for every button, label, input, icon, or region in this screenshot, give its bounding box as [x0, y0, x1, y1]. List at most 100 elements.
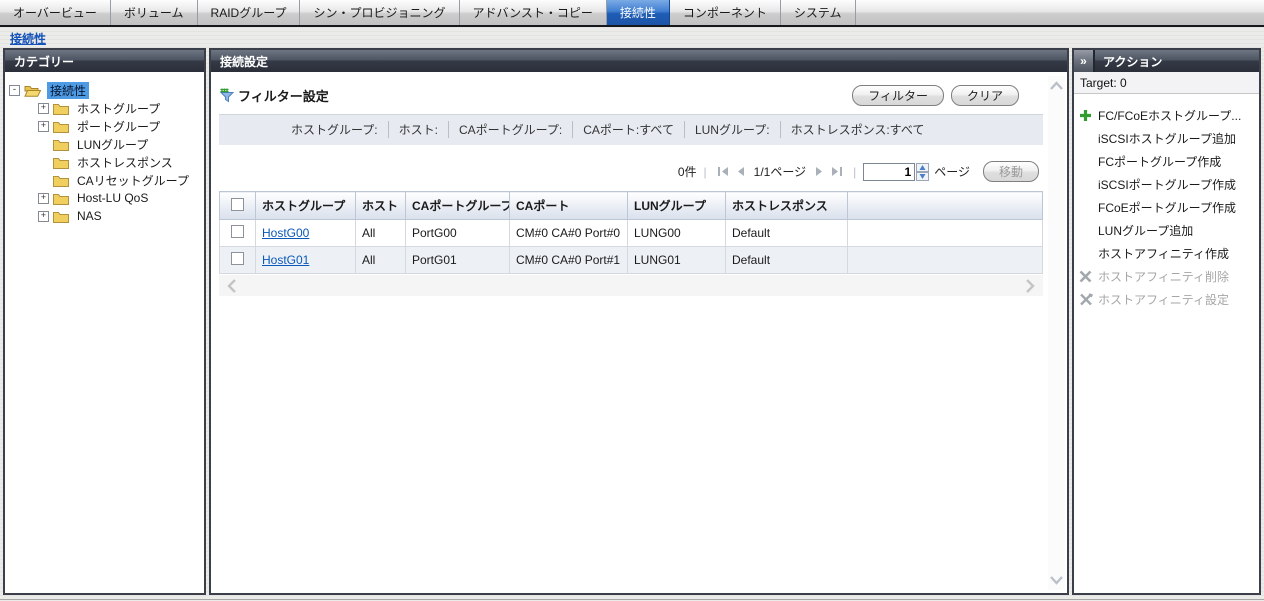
host-group-link[interactable]: HostG01	[262, 253, 309, 267]
page-number-input[interactable]	[863, 163, 915, 181]
col-header-empty	[848, 192, 1043, 220]
category-tree: - 接続性 + ホストグループ + ポートグループ LUNグループ	[5, 72, 204, 225]
plus-icon	[1077, 109, 1094, 122]
host-group-link[interactable]: HostG00	[262, 226, 309, 240]
tab-system[interactable]: システム	[781, 0, 856, 25]
first-page-icon[interactable]	[718, 167, 729, 176]
tree-label-port-group[interactable]: ポートグループ	[74, 118, 163, 135]
action-label: ホストアフィニティ作成	[1098, 245, 1229, 262]
action-create-host-affinity[interactable]: ホストアフィニティ作成	[1077, 242, 1256, 265]
row-checkbox[interactable]	[231, 252, 244, 265]
tree-item-host-response: ホストレスポンス	[38, 153, 202, 171]
action-label: FCoEポートグループ作成	[1098, 199, 1236, 216]
go-button[interactable]: 移動	[983, 161, 1039, 182]
scroll-up-icon[interactable]	[1049, 81, 1064, 91]
cell-ca-port: CM#0 CA#0 Port#1	[510, 247, 628, 274]
prev-page-icon[interactable]	[737, 167, 744, 176]
filter-summary-ca-port-group: CAポートグループ:	[448, 121, 572, 138]
expand-icon[interactable]: +	[38, 193, 49, 204]
main-panel-title: 接続設定	[220, 53, 268, 70]
action-label: FCポートグループ作成	[1098, 153, 1221, 170]
tab-advanced-copy[interactable]: アドバンスト・コピー	[460, 0, 607, 25]
actions-panel: » アクション Target: 0 FC/FCoEホストグループ... iSCS…	[1072, 48, 1261, 595]
col-header-ca-port: CAポート	[510, 192, 628, 220]
connection-settings-panel: 接続設定 フィルター設定 フィルター クリア ホストグループ: ホスト: CAポ…	[209, 48, 1069, 595]
tree-label-connectivity[interactable]: 接続性	[47, 82, 89, 99]
page-spinner[interactable]	[916, 163, 929, 181]
expand-icon[interactable]: +	[38, 103, 49, 114]
action-add-lun-group[interactable]: LUNグループ追加	[1077, 219, 1256, 242]
action-add-fc-fcoe-host-group[interactable]: FC/FCoEホストグループ...	[1077, 104, 1256, 127]
tab-raid-group[interactable]: RAIDグループ	[198, 0, 301, 25]
tree-label-ca-reset-group[interactable]: CAリセットグループ	[74, 172, 192, 189]
next-page-icon[interactable]	[816, 167, 823, 176]
main-panel-header: 接続設定	[211, 50, 1067, 72]
tree-label-nas[interactable]: NAS	[74, 209, 105, 223]
tree-item-connectivity-root: - 接続性	[9, 81, 202, 99]
tab-thin-provisioning[interactable]: シン・プロビジョニング	[300, 0, 459, 25]
expand-icon[interactable]: +	[38, 211, 49, 222]
table-header-row: ホストグループ ホスト CAポートグループ CAポート LUNグループ ホストレ…	[220, 192, 1043, 220]
actions-panel-header: » アクション	[1074, 50, 1259, 72]
row-checkbox[interactable]	[231, 225, 244, 238]
select-all-checkbox[interactable]	[231, 198, 244, 211]
target-count: Target: 0	[1074, 72, 1259, 94]
folder-icon	[53, 156, 69, 169]
action-create-fcoe-port-group[interactable]: FCoEポートグループ作成	[1077, 196, 1256, 219]
filter-summary-ca-port: CAポート:すべて	[572, 121, 684, 138]
folder-icon	[53, 210, 69, 223]
actions-list: FC/FCoEホストグループ... iSCSIホストグループ追加 FCポートグル…	[1074, 94, 1259, 311]
cell-lun-group: LUNG00	[628, 220, 726, 247]
horizontal-scrollbar[interactable]	[219, 275, 1043, 296]
col-header-host: ホスト	[356, 192, 406, 220]
bottom-divider	[0, 599, 1264, 600]
scroll-left-icon[interactable]	[227, 279, 237, 293]
action-create-iscsi-port-group[interactable]: iSCSIポートグループ作成	[1077, 173, 1256, 196]
filter-summary-bar: ホストグループ: ホスト: CAポートグループ: CAポート:すべて LUNグル…	[219, 114, 1043, 145]
collapse-panel-button[interactable]: »	[1074, 50, 1095, 72]
last-page-icon[interactable]	[831, 167, 842, 176]
collapse-expander-icon[interactable]: -	[9, 85, 20, 96]
vertical-scrollbar[interactable]	[1048, 76, 1065, 590]
category-panel: カテゴリー - 接続性 + ホストグループ + ポートグループ L	[3, 48, 206, 595]
action-label: iSCSIホストグループ追加	[1098, 130, 1236, 147]
cell-host-response: Default	[726, 247, 848, 274]
scroll-right-icon[interactable]	[1025, 279, 1035, 293]
col-header-lun-group: LUNグループ	[628, 192, 726, 220]
cell-host-response: Default	[726, 220, 848, 247]
host-affinity-table: ホストグループ ホスト CAポートグループ CAポート LUNグループ ホストレ…	[219, 191, 1043, 274]
tree-label-host-group[interactable]: ホストグループ	[74, 100, 163, 117]
expand-icon[interactable]: +	[38, 121, 49, 132]
cell-ca-port: CM#0 CA#0 Port#0	[510, 220, 628, 247]
filter-button[interactable]: フィルター	[852, 85, 944, 106]
cell-lun-group: LUNG01	[628, 247, 726, 274]
tab-overview[interactable]: オーバービュー	[0, 0, 111, 25]
filter-icon	[219, 88, 235, 103]
category-panel-header: カテゴリー	[5, 50, 204, 72]
cell-ca-port-group: PortG00	[406, 220, 510, 247]
tree-label-host-response[interactable]: ホストレスポンス	[74, 154, 176, 171]
tree-label-host-lu-qos[interactable]: Host-LU QoS	[74, 191, 151, 205]
breadcrumb-connectivity-link[interactable]: 接続性	[10, 30, 46, 47]
scroll-down-icon[interactable]	[1049, 575, 1064, 585]
tab-volume[interactable]: ボリューム	[111, 0, 198, 25]
open-folder-icon	[24, 84, 42, 97]
action-create-fc-port-group[interactable]: FCポートグループ作成	[1077, 150, 1256, 173]
tree-label-lun-group[interactable]: LUNグループ	[74, 136, 151, 153]
category-panel-title: カテゴリー	[14, 53, 74, 70]
action-label: LUNグループ追加	[1098, 222, 1193, 239]
col-header-host-group: ホストグループ	[256, 192, 356, 220]
filter-summary-host: ホスト:	[388, 121, 448, 138]
pagination-bar: 0件 | 1/1ページ | ページ 移動	[219, 161, 1043, 182]
action-label: FC/FCoEホストグループ...	[1098, 107, 1241, 124]
cell-ca-port-group: PortG01	[406, 247, 510, 274]
actions-panel-title: アクション	[1095, 50, 1259, 72]
tab-connectivity[interactable]: 接続性	[607, 0, 670, 25]
tree-item-host-lu-qos: + Host-LU QoS	[38, 189, 202, 207]
action-label: ホストアフィニティ削除	[1098, 268, 1229, 285]
filter-settings-title: フィルター設定	[238, 86, 329, 105]
clear-button[interactable]: クリア	[951, 85, 1019, 106]
action-add-iscsi-host-group[interactable]: iSCSIホストグループ追加	[1077, 127, 1256, 150]
tree-item-ca-reset-group: CAリセットグループ	[38, 171, 202, 189]
tab-component[interactable]: コンポーネント	[670, 0, 781, 25]
